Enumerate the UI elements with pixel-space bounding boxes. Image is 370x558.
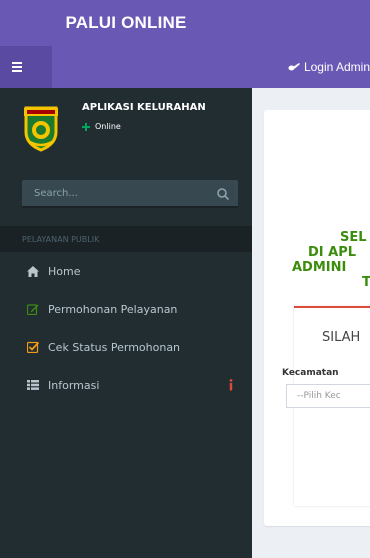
sidebar-toggle-area [0,46,52,88]
section-header: PELAYANAN PUBLIK [0,226,252,252]
content-box: SEL DI APL ADMINI T SILAH Kecamatan --Pi… [264,110,370,526]
main-content: SEL DI APL ADMINI T SILAH Kecamatan --Pi… [252,88,370,558]
home-icon [26,264,40,278]
user-status: Online [82,122,121,131]
user-panel: APLIKASI KELURAHAN Online [0,88,252,168]
login-prompt: SILAH [322,330,361,345]
edit-icon [26,302,40,316]
user-status-label: Online [95,122,121,131]
search-icon[interactable] [216,187,230,201]
top-header: PALUI ONLINE [0,0,370,46]
welcome-line: DI APL [308,245,357,260]
kecamatan-select[interactable]: --Pilih Kec [286,384,370,408]
grid-icon [26,378,40,392]
sidebar-menu: Home Permohonan Pelayanan Cek Status Per… [0,252,252,404]
login-admin-link[interactable]: Login Admin [288,46,370,88]
online-status-icon [82,122,90,131]
welcome-message: SEL DI APL ADMINI T [264,230,370,290]
login-panel: SILAH Kecamatan --Pilih Kec [282,306,370,506]
sidebar-item-informasi[interactable]: Informasi [0,366,252,404]
welcome-line: SEL [340,230,367,245]
navbar: Login Admin [0,46,370,88]
welcome-line: T [362,275,370,290]
sidebar: APLIKASI KELURAHAN Online PELAYANAN PUBL… [0,88,252,558]
sidebar-item-label: Home [48,264,81,278]
login-admin-label: Login Admin [303,60,370,74]
sidebar-search [22,180,238,208]
key-icon [288,63,300,71]
check-square-icon [26,340,40,354]
sidebar-item-label: Cek Status Permohonan [48,340,181,354]
sidebar-item-permohonan-pelayanan[interactable]: Permohonan Pelayanan [0,290,252,328]
sidebar-item-home[interactable]: Home [0,252,252,290]
info-icon [229,379,233,391]
welcome-line: ADMINI [292,260,347,275]
sidebar-item-cek-status[interactable]: Cek Status Permohonan [0,328,252,366]
hamburger-menu-icon[interactable] [12,62,22,72]
sidebar-item-label: Informasi [48,378,100,392]
sidebar-item-label: Permohonan Pelayanan [48,302,178,316]
brand-title[interactable]: PALUI ONLINE [0,0,252,46]
search-input[interactable] [22,180,212,206]
user-name: APLIKASI KELURAHAN [82,102,206,113]
kelurahan-logo [24,106,58,152]
kecamatan-label: Kecamatan [282,368,339,378]
